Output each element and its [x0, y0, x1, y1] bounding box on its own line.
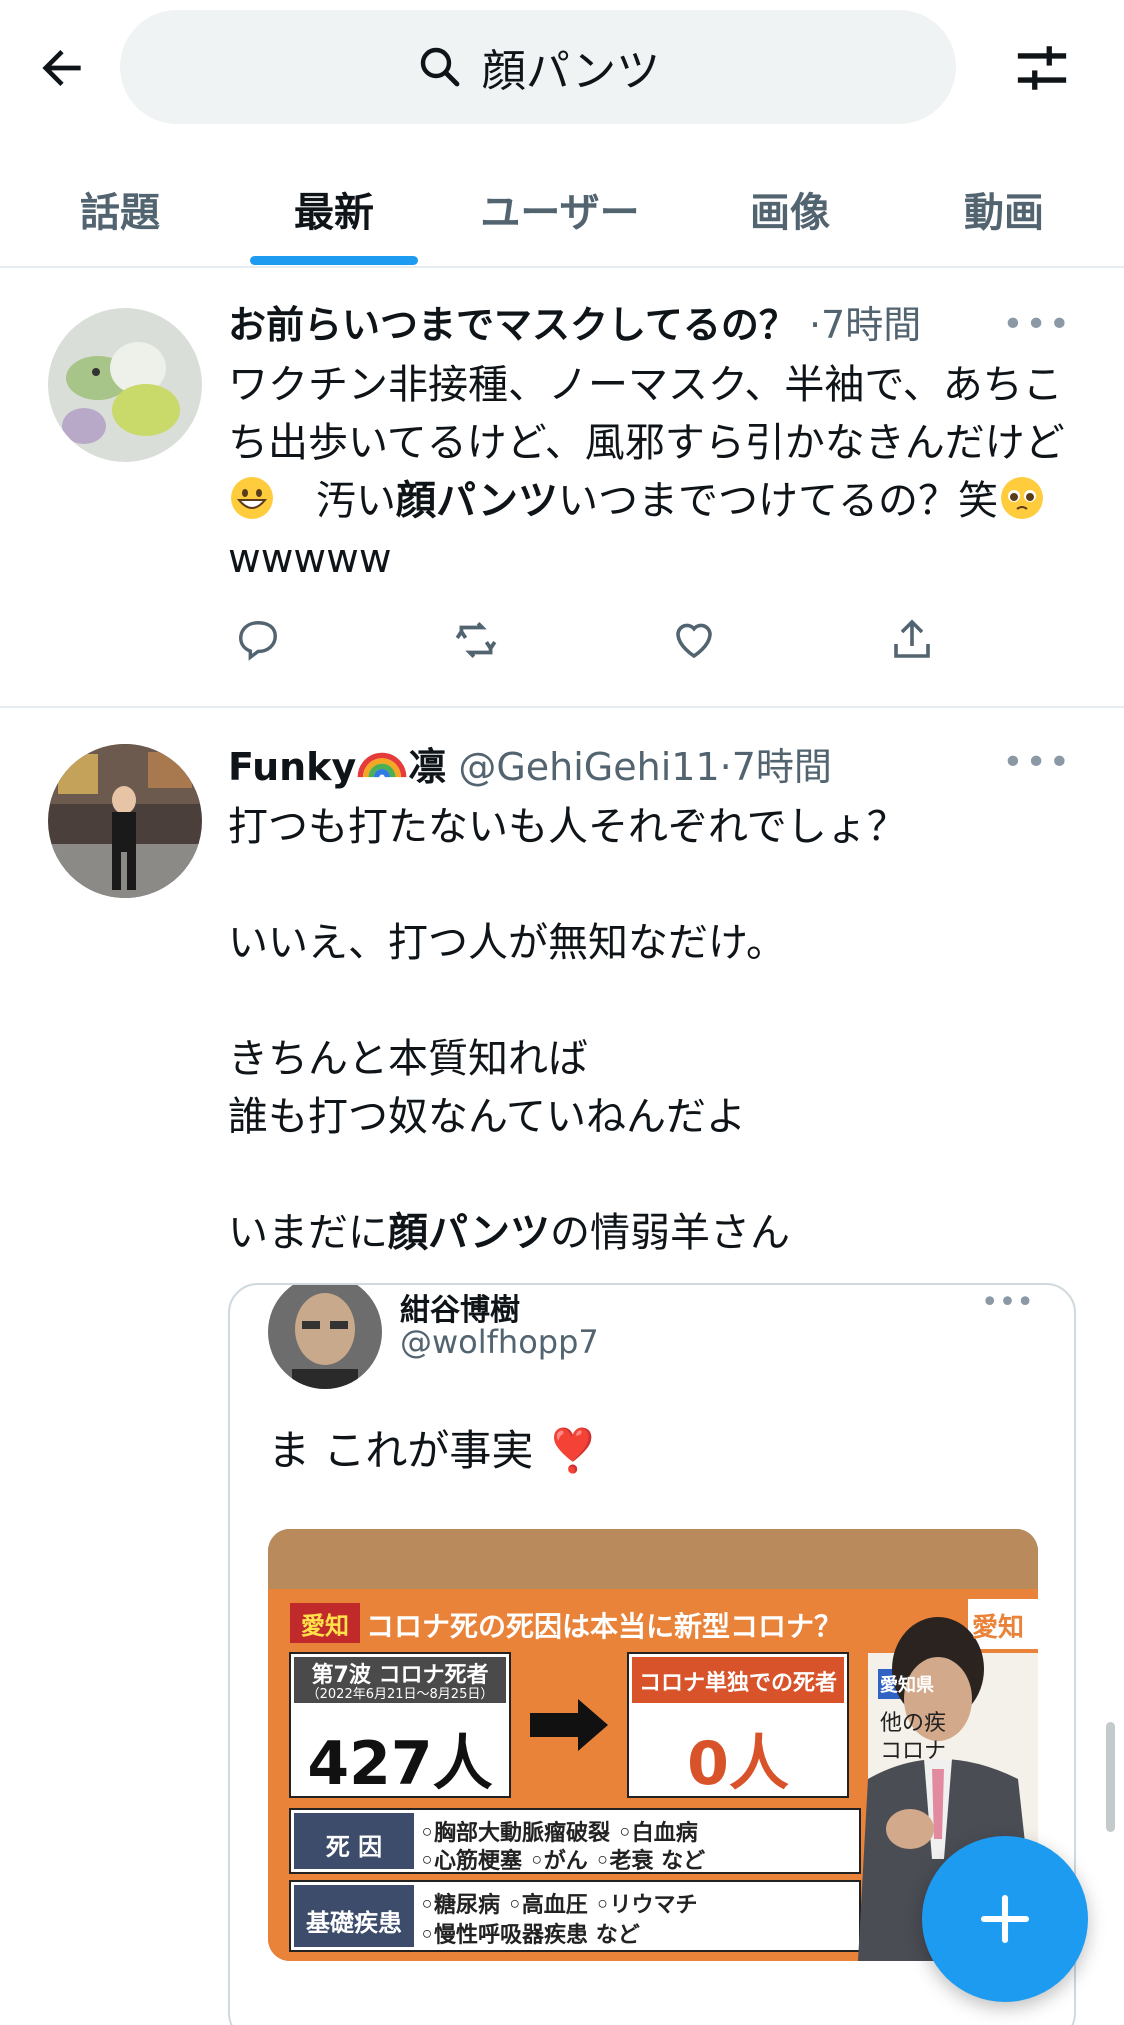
search-tabs: 話題 最新 ユーザー 画像 動画: [0, 150, 1124, 268]
quoted-tweet-text: ま これが事実 ❣️: [268, 1426, 599, 1475]
media-side-c: コロナ: [880, 1739, 947, 1764]
media-box2-title: コロナ単独での死者: [638, 1671, 837, 1696]
search-icon: [420, 47, 460, 87]
tweet-text: ワクチン非接種、ノーマスク、半袖で、あちこち出歩いてるけど、風邪すら引かなきんだ…: [228, 362, 1065, 582]
tab-videos[interactable]: 動画: [924, 150, 1084, 268]
active-tab-indicator: [250, 256, 418, 265]
tweet-timestamp[interactable]: ·7時間: [809, 303, 921, 347]
media-box1-dates: （2022年6月21日〜8月25日）: [306, 1687, 494, 1702]
tweet-timestamp[interactable]: ·7時間: [720, 745, 832, 789]
tweet[interactable]: お前らいつまでマスクしてるの？ ·7時間 ワクチン非接種、ノーマスク、半袖で、あ…: [0, 274, 1124, 706]
more-options-icon[interactable]: •••: [1002, 742, 1072, 783]
heart-icon: [676, 623, 712, 659]
highlighted-keyword: 顔パンツ: [388, 1210, 550, 1256]
media-region-tag: 愛知: [301, 1611, 349, 1640]
quoted-avatar[interactable]: [268, 1285, 382, 1389]
quoted-more-icon: •••: [980, 1285, 1034, 1320]
display-name[interactable]: Funky 凛: [228, 745, 446, 789]
reply-button[interactable]: [228, 610, 288, 670]
grinning-face-emoji-icon: [231, 477, 273, 519]
display-name[interactable]: お前らいつまでマスクしてるの？: [228, 303, 797, 347]
media-side-tag: 愛知: [972, 1613, 1025, 1643]
sliders-icon: [1017, 46, 1067, 90]
back-button[interactable]: [30, 36, 94, 100]
media-headline: コロナ死の死因は本当に新型コロナ？: [366, 1610, 843, 1643]
search-input[interactable]: 顔パンツ: [120, 10, 956, 124]
search-query-text: 顔パンツ: [481, 46, 661, 97]
more-options-icon[interactable]: •••: [1002, 304, 1072, 345]
share-icon: [894, 619, 930, 658]
plus-icon: [980, 1894, 1030, 1944]
retweet-button[interactable]: [446, 610, 506, 670]
media-row1-text-b: ◦心筋梗塞 ◦がん ◦老衰 など: [420, 1849, 706, 1874]
media-side-a: 愛知県: [880, 1675, 934, 1696]
media-row2-text-a: ◦糖尿病 ◦高血圧 ◦リウマチ: [420, 1893, 698, 1918]
like-button[interactable]: [664, 610, 724, 670]
media-box2-value: 0人: [687, 1729, 789, 1799]
arrow-left-icon: [42, 50, 81, 86]
retweet-icon: [455, 622, 497, 658]
quoted-user-handle: @wolfhopp7: [400, 1323, 599, 1361]
quoted-media-image[interactable]: 愛知 コロナ死の死因は本当に新型コロナ？ 愛知 第7波 コロナ死者 （2022年…: [268, 1529, 1038, 1961]
reply-icon: [239, 621, 277, 661]
tab-top[interactable]: 話題: [40, 150, 200, 268]
share-button[interactable]: [882, 610, 942, 670]
avatar[interactable]: [48, 744, 202, 898]
highlighted-keyword: 顔パンツ: [396, 478, 558, 524]
compose-tweet-button[interactable]: [922, 1836, 1088, 2002]
tab-people[interactable]: ユーザー: [460, 150, 660, 268]
pleading-face-emoji-icon: [1001, 477, 1043, 519]
media-box1-value: 427人: [307, 1729, 493, 1799]
search-settings-button[interactable]: [1010, 36, 1074, 100]
rainbow-emoji-icon: [357, 752, 407, 778]
tab-latest[interactable]: 最新: [250, 150, 418, 268]
media-row2-label: 基礎疾患: [306, 1909, 402, 1937]
top-bar: 顔パンツ: [0, 0, 1124, 135]
tweet-text: 打つも打たないも人それぞれでしょ？ いいえ、打つ人が無知なだけ。 きちんと本質知れば…: [228, 804, 907, 1256]
media-row2-text-b: ◦慢性呼吸器疾患 など: [420, 1923, 640, 1948]
tab-photos[interactable]: 画像: [710, 150, 870, 268]
scrollbar[interactable]: [1106, 1722, 1115, 1832]
user-handle[interactable]: @GehiGehi11: [458, 745, 719, 789]
avatar[interactable]: [48, 308, 202, 462]
media-row1-label: 死 因: [325, 1833, 383, 1861]
